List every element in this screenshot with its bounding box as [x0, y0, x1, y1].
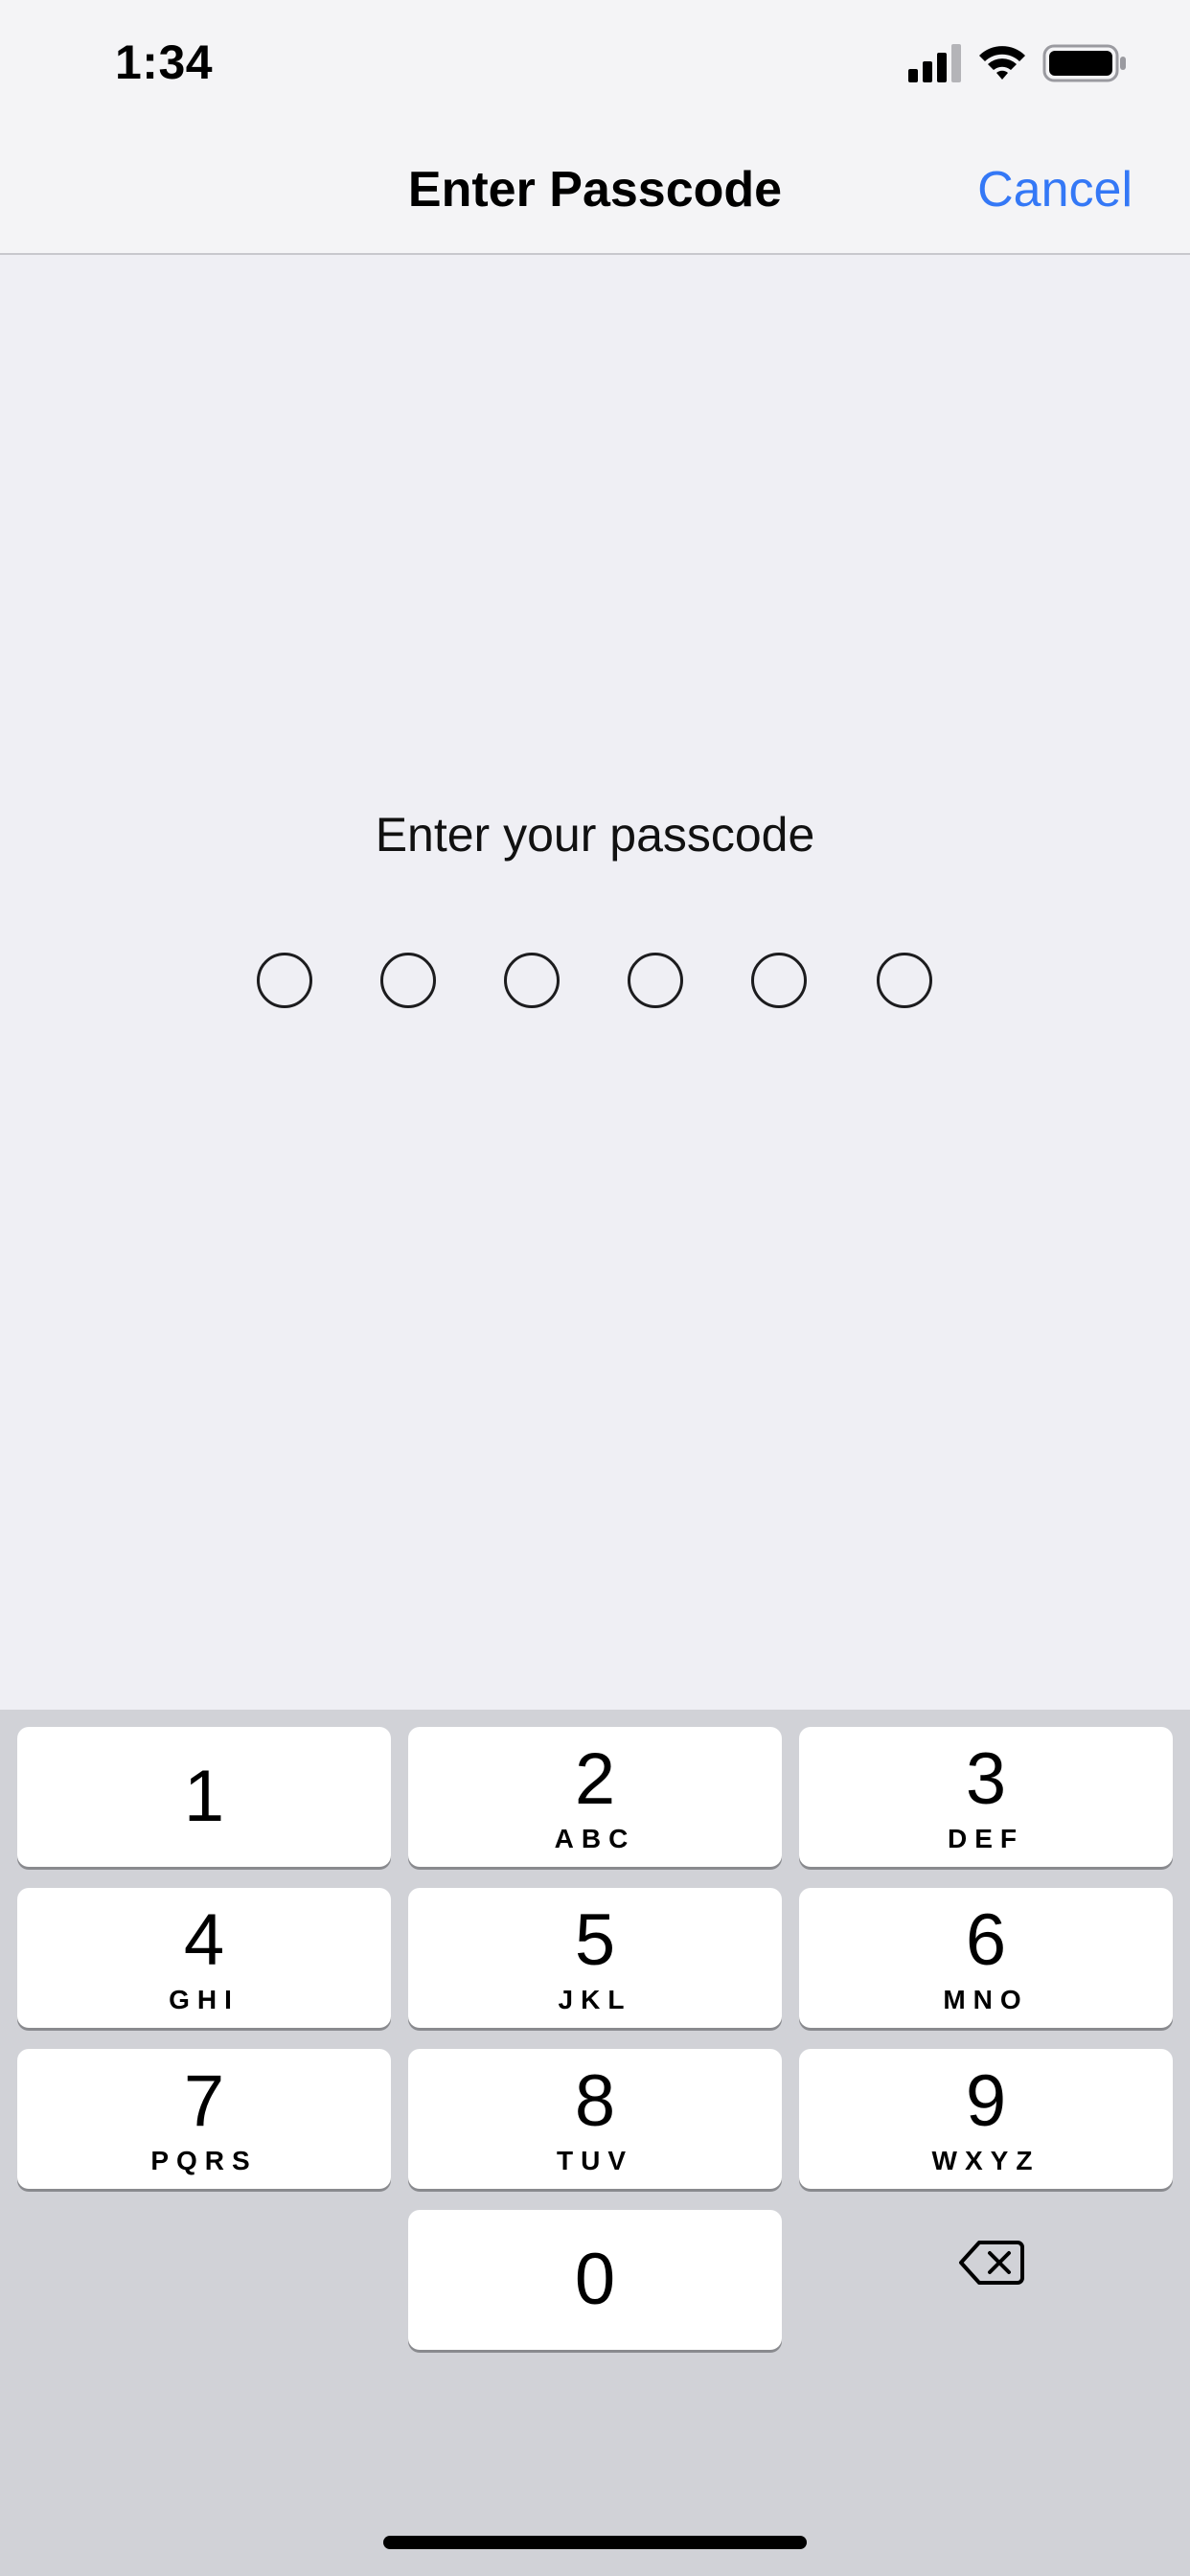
- key-digit: 9: [965, 2060, 1007, 2142]
- cancel-button[interactable]: Cancel: [977, 161, 1133, 218]
- key-letters: ABC: [554, 1824, 636, 1853]
- key-8[interactable]: 8 TUV: [408, 2049, 782, 2189]
- passcode-prompt: Enter your passcode: [375, 808, 815, 862]
- key-letters: TUV: [557, 2146, 633, 2175]
- wifi-icon: [979, 46, 1025, 80]
- key-letters: JKL: [558, 1985, 632, 2014]
- key-9[interactable]: 9 WXYZ: [799, 2049, 1173, 2189]
- status-time: 1:34: [115, 35, 214, 89]
- passcode-dots: [0, 953, 1190, 1008]
- key-digit: 5: [574, 1899, 616, 1981]
- passcode-dot: [380, 953, 436, 1008]
- key-digit: 4: [183, 1899, 225, 1981]
- home-indicator: [383, 2536, 807, 2549]
- key-digit: 7: [183, 2060, 225, 2142]
- passcode-dot: [628, 953, 683, 1008]
- key-digit: 6: [965, 1899, 1007, 1981]
- key-digit: 1: [183, 1756, 225, 1837]
- passcode-dot: [877, 953, 932, 1008]
- key-4[interactable]: 4 GHI: [17, 1888, 391, 2028]
- passcode-dot: [504, 953, 560, 1008]
- passcode-dot: [257, 953, 312, 1008]
- key-1[interactable]: 1: [17, 1727, 391, 1867]
- key-2[interactable]: 2 ABC: [408, 1727, 782, 1867]
- nav-bar: Enter Passcode Cancel: [0, 126, 1190, 255]
- key-digit: 3: [965, 1738, 1007, 1820]
- key-digit: 8: [574, 2060, 616, 2142]
- key-digit: 2: [574, 1738, 616, 1820]
- delete-button[interactable]: [799, 2195, 1173, 2334]
- status-bar: 1:34: [0, 0, 1190, 126]
- key-6[interactable]: 6 MNO: [799, 1888, 1173, 2028]
- key-letters: MNO: [943, 1985, 1029, 2014]
- key-letters: GHI: [169, 1985, 240, 2014]
- key-0[interactable]: 0: [408, 2210, 782, 2350]
- key-letters: DEF: [948, 1824, 1024, 1853]
- passcode-dot: [751, 953, 807, 1008]
- cellular-signal-icon: [908, 44, 961, 82]
- key-letters: PQRS: [150, 2146, 258, 2175]
- backspace-icon: [959, 2241, 1024, 2285]
- key-3[interactable]: 3 DEF: [799, 1727, 1173, 1867]
- key-letters: WXYZ: [931, 2146, 1041, 2175]
- key-5[interactable]: 5 JKL: [408, 1888, 782, 2028]
- key-7[interactable]: 7 PQRS: [17, 2049, 391, 2189]
- key-digit: 0: [574, 2239, 616, 2320]
- battery-icon: [1042, 44, 1126, 82]
